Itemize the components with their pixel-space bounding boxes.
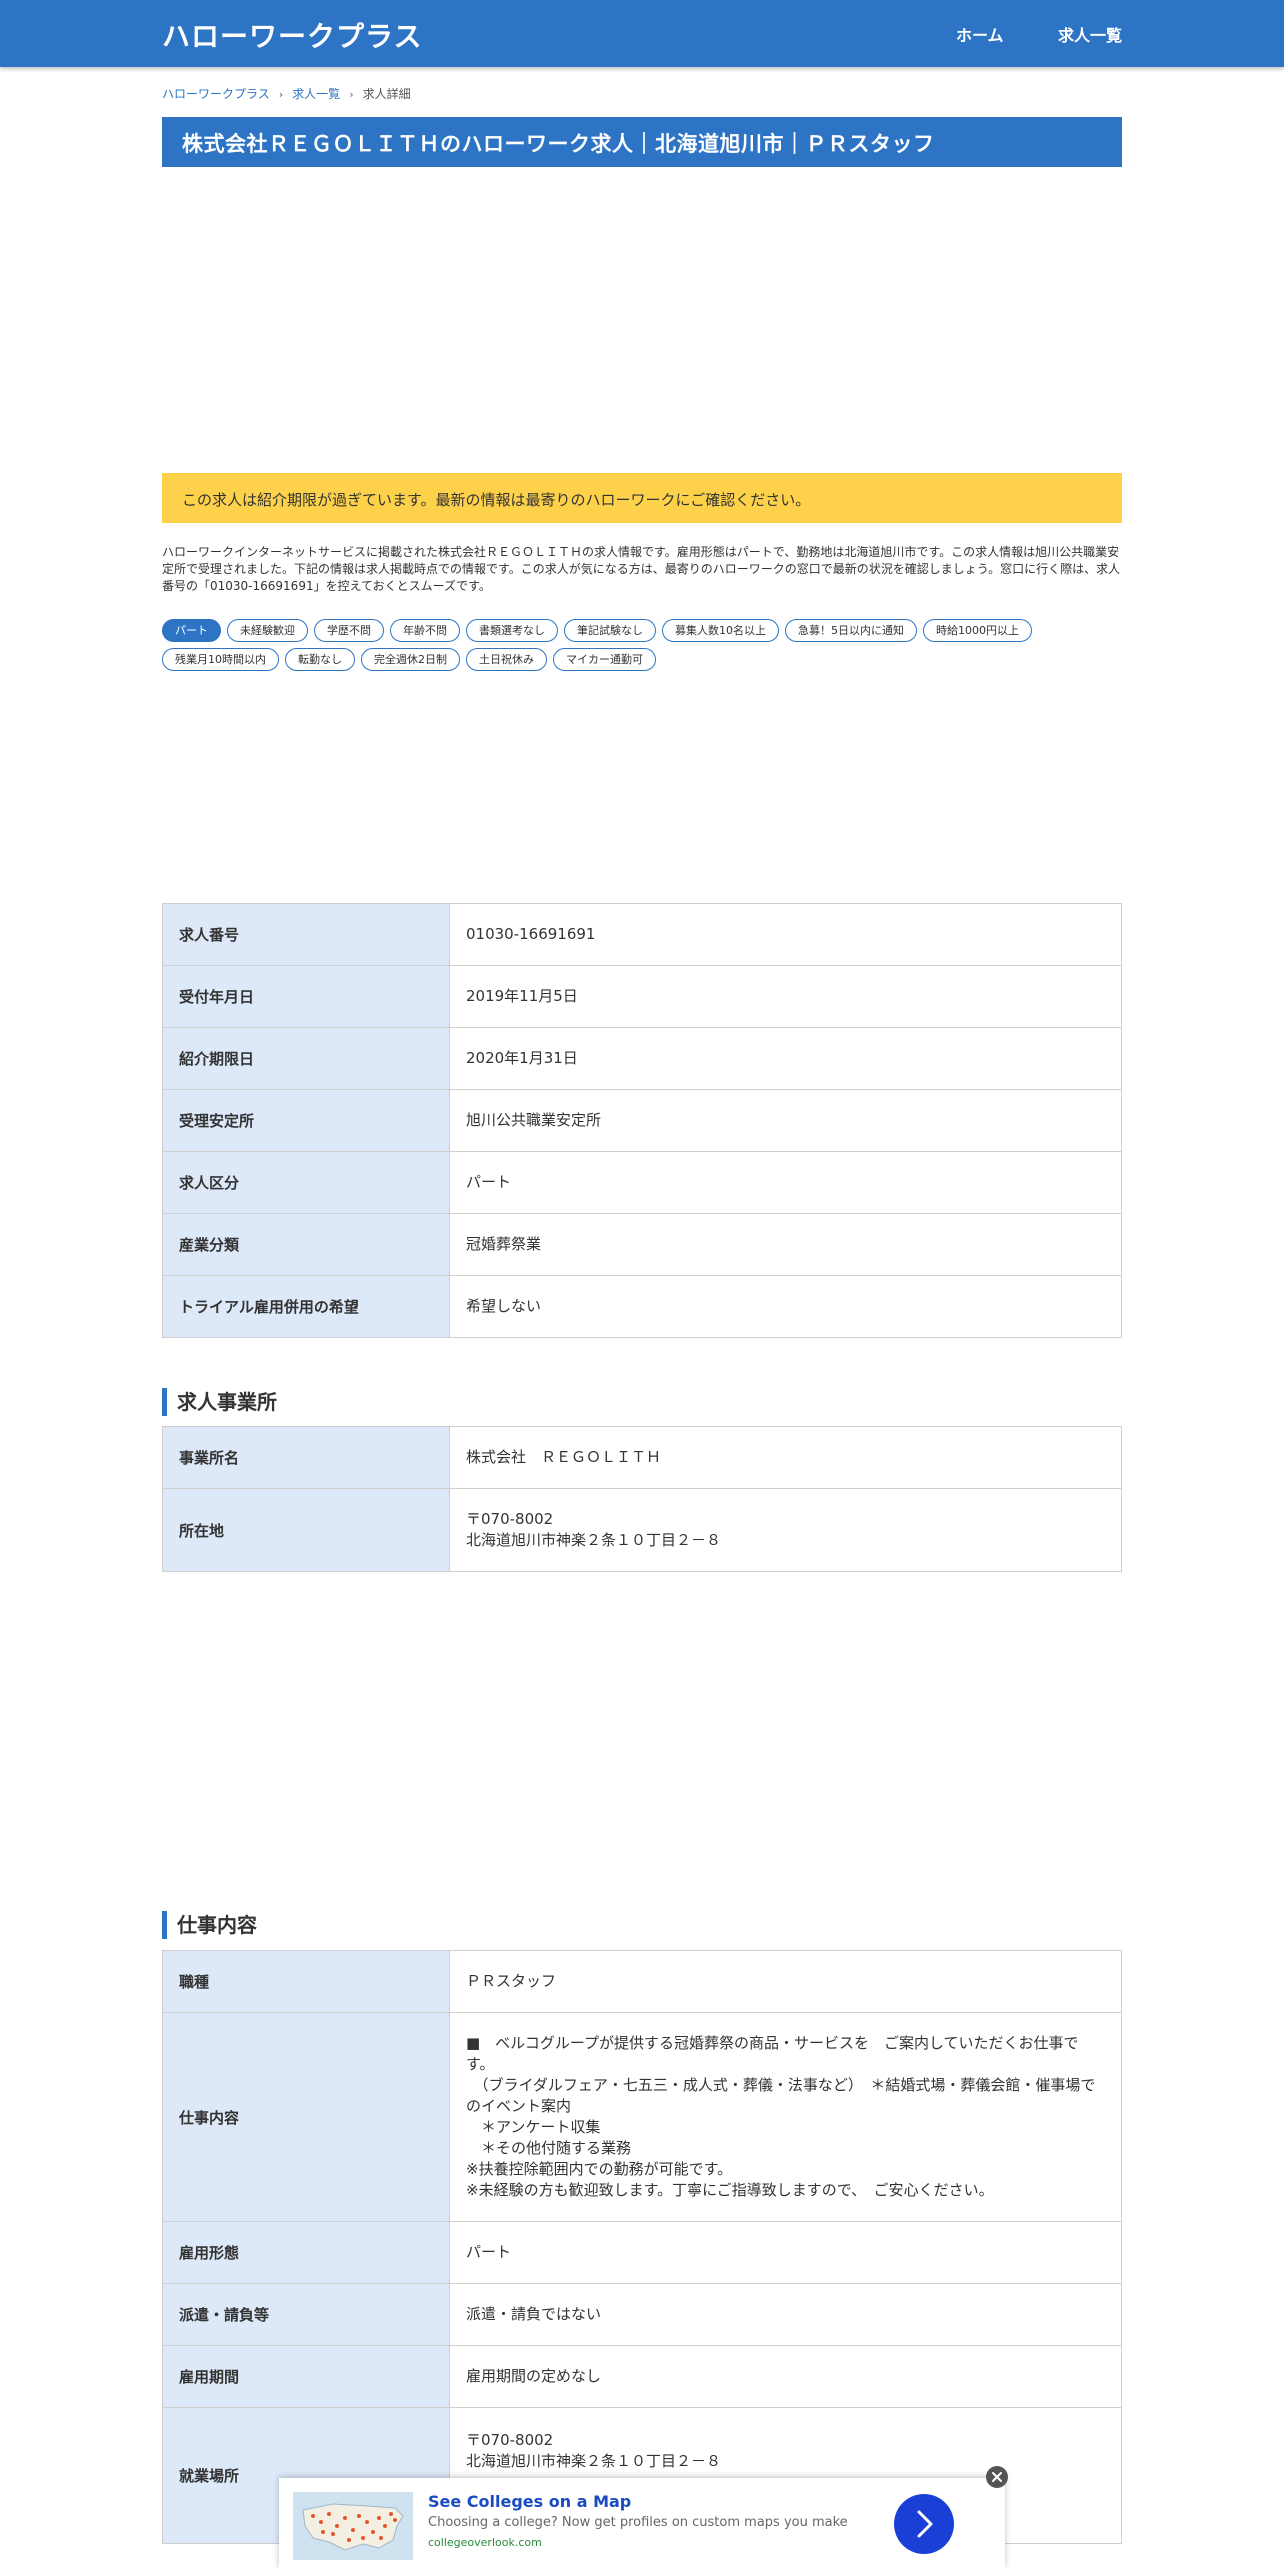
section-heading-office: 求人事業所 [162,1388,277,1416]
close-icon [992,2472,1002,2482]
row-label: トライアル雇用併用の希望 [162,1275,450,1338]
row-value-line: ＰＲスタッフ [466,1972,557,1990]
table-row: 雇用期間 雇用期間の定めなし [162,2345,1122,2408]
row-label: 産業分類 [162,1213,450,1276]
chevron-right-icon [917,2510,933,2538]
row-label: 派遣・請負等 [162,2283,450,2346]
row-value-line: 派遣・請負ではない [466,2305,602,2323]
row-value-line: 雇用期間の定めなし [466,2367,602,2385]
table-row: 派遣・請負等 派遣・請負ではない [162,2283,1122,2346]
tag-no-document-screening[interactable]: 書類選考なし [466,619,558,642]
expired-notice: この求人は紹介期限が過ぎています。最新の情報は最寄りのハローワークにご確認くださ… [162,473,1122,523]
table-row: トライアル雇用併用の希望 希望しない [162,1275,1122,1338]
row-label: 雇用期間 [162,2345,450,2408]
nav-home-link[interactable]: ホーム [956,22,1004,46]
postal-code: 〒070-8002 [466,2431,554,2449]
row-value: パート [449,2221,1122,2284]
tag-two-days-off[interactable]: 完全週休2日制 [361,648,460,671]
table-row: 紹介期限日 2020年1月31日 [162,1027,1122,1090]
row-label: 受付年月日 [162,965,450,1028]
row-value: 冠婚葬祭業 [449,1213,1122,1276]
row-value: 希望しない [449,1275,1122,1338]
tag-no-written-test[interactable]: 筆記試験なし [564,619,656,642]
page-title: 株式会社ＲＥＧＯＬＩＴＨのハローワーク求人｜北海道旭川市｜ＰＲスタッフ [162,117,1122,167]
tag-car-commute-ok[interactable]: マイカー通勤可 [553,648,656,671]
tag-no-transfer[interactable]: 転勤なし [285,648,355,671]
row-value: パート [449,1151,1122,1214]
tag-overtime-under-10h[interactable]: 残業月10時間以内 [162,648,279,671]
row-value: 株式会社 ＲＥＧＯＬＩＴＨ [449,1426,1122,1489]
tag-no-experience[interactable]: 未経験歓迎 [227,619,308,642]
tag-weekends-holidays-off[interactable]: 土日祝休み [466,648,547,671]
ad-close-button[interactable] [986,2466,1008,2488]
chevron-right-icon: › [278,88,284,101]
table-row: 受理安定所 旭川公共職業安定所 [162,1089,1122,1152]
row-label: 仕事内容 [162,2012,450,2222]
ad-url[interactable]: collegeoverlook.com [428,2536,542,2549]
tag-hourly-1000-plus[interactable]: 時給1000円以上 [923,619,1032,642]
tag-part-time[interactable]: パート [162,619,221,642]
postal-code: 〒070-8002 [466,1510,554,1528]
table-row: 所在地 〒070-8002 北海道旭川市神楽２条１０丁目２－８ [162,1488,1122,1572]
address: 北海道旭川市神楽２条１０丁目２－８ [466,1531,722,1549]
table-row: 求人番号 01030-16691691 [162,903,1122,966]
row-value: 旭川公共職業安定所 [449,1089,1122,1152]
ad-description: Choosing a college? Now get profiles on … [428,2515,848,2530]
row-label: 紹介期限日 [162,1027,450,1090]
table-row: 職種 ＰＲスタッフ [162,1950,1122,2013]
tag-10-plus-openings[interactable]: 募集人数10名以上 [662,619,779,642]
table-row: 産業分類 冠婚葬祭業 [162,1213,1122,1276]
feature-tags: パート 未経験歓迎 学歴不問 年齢不問 書類選考なし 筆記試験なし 募集人数10名以上 急募！… [162,619,1122,677]
chevron-right-icon: › [349,88,354,101]
job-content-line: ※未経験の方も歓迎致します。丁寧にご指導致しますので、 ご安心ください。 [466,2181,994,2199]
ad-title[interactable]: See Colleges on a Map [428,2492,631,2511]
table-row: 受付年月日 2019年11月5日 [162,965,1122,1028]
tag-any-age[interactable]: 年齢不問 [390,619,460,642]
job-content-line: ※扶養控除範囲内での勤務が可能です。 [466,2160,733,2178]
row-value: ＰＲスタッフ [449,1950,1122,2013]
address: 北海道旭川市神楽２条１０丁目２－８ [466,2452,722,2470]
row-label: 求人区分 [162,1151,450,1214]
breadcrumb-job-list-link[interactable]: 求人一覧 [292,87,340,101]
row-value: 派遣・請負ではない [449,2283,1122,2346]
row-label: 所在地 [162,1488,450,1572]
row-label: 求人番号 [162,903,450,966]
table-row: 求人区分 パート [162,1151,1122,1214]
row-value: 01030-16691691 [449,903,1122,966]
row-value: 雇用期間の定めなし [449,2345,1122,2408]
ad-go-button[interactable] [894,2494,954,2554]
breadcrumb: ハローワークプラス › 求人一覧 › 求人詳細 [162,85,411,102]
nav-job-list-link[interactable]: 求人一覧 [1058,22,1122,46]
us-map-image [293,2492,413,2560]
row-value-line: パート [466,2243,512,2261]
row-label: 受理安定所 [162,1089,450,1152]
tag-any-education[interactable]: 学歴不問 [314,619,384,642]
row-label: 職種 [162,1950,450,2013]
table-row: 仕事内容 ■ ベルコグループが提供する冠婚葬祭の商品・サービスを ご案内していた… [162,2012,1122,2222]
ad-banner[interactable]: See Colleges on a Map Choosing a college… [279,2466,1008,2568]
table-row: 事業所名 株式会社 ＲＥＧＯＬＩＴＨ [162,1426,1122,1489]
site-header: ハローワークプラス ホーム 求人一覧 [0,0,1284,67]
job-details-table: 職種 ＰＲスタッフ 仕事内容 ■ ベルコグループが提供する冠婚葬祭の商品・サービス… [162,1950,1122,2544]
job-basic-info-table: 求人番号 01030-16691691 受付年月日 2019年11月5日 紹介期限日… [162,903,1122,1338]
job-description-summary: ハローワークインターネットサービスに掲載された株式会社ＲＥＧＯＬＩＴＨの求人情報… [162,545,1121,593]
row-value: ■ ベルコグループが提供する冠婚葬祭の商品・サービスを ご案内していただくお仕事… [449,2012,1122,2222]
table-row: 雇用形態 パート [162,2221,1122,2284]
row-value: 2019年11月5日 [449,965,1122,1028]
breadcrumb-home-link[interactable]: ハローワークプラス [162,87,270,101]
job-content-line: ■ ベルコグループが提供する冠婚葬祭の商品・サービスを ご案内していただくお仕事… [466,2034,1079,2073]
row-value-line: 株式会社 ＲＥＧＯＬＩＴＨ [466,1448,662,1466]
job-content-line: （ブライダルフェア・七五三・成人式・葬儀・法事など） ＊結婚式場・葬儀会館・催事… [466,2076,1096,2115]
row-value: 〒070-8002 北海道旭川市神楽２条１０丁目２－８ [449,1488,1122,1572]
job-content-line: ＊アンケート収集 [466,2118,601,2136]
section-heading-job: 仕事内容 [162,1911,257,1939]
site-logo[interactable]: ハローワークプラス [162,15,422,55]
office-info-table: 事業所名 株式会社 ＲＥＧＯＬＩＴＨ 所在地 〒070-8002 北海道旭川市神楽２条… [162,1426,1122,1572]
breadcrumb-current: 求人詳細 [362,87,411,101]
tag-urgent-notice[interactable]: 急募！5日以内に通知 [785,619,917,642]
row-label: 事業所名 [162,1426,450,1489]
row-value: 2020年1月31日 [449,1027,1122,1090]
job-content-line: ＊その他付随する業務 [466,2139,632,2157]
row-label: 雇用形態 [162,2221,450,2284]
